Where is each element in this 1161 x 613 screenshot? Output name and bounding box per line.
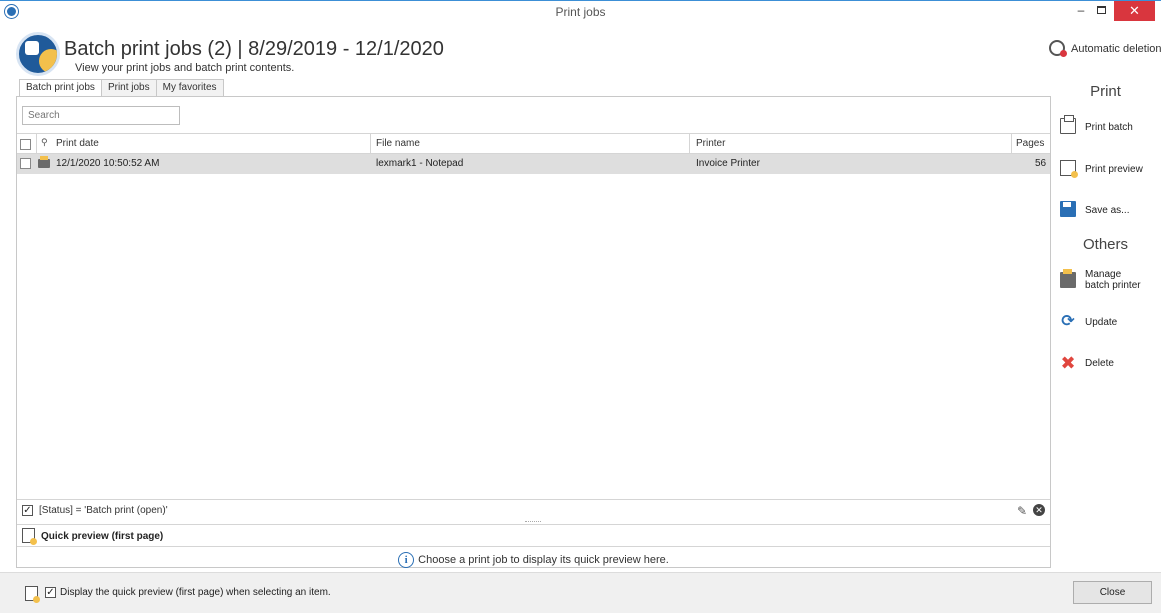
grid-header: ⚲ Print date File name Printer Pages <box>17 133 1050 154</box>
table-row[interactable]: 12/1/2020 10:50:52 AM lexmark1 - Notepad… <box>17 154 1050 174</box>
delete-icon: ✖ <box>1060 353 1076 373</box>
tab-print-jobs[interactable]: Print jobs <box>100 79 157 97</box>
manage-printer-icon <box>1060 269 1076 288</box>
save-as-button[interactable]: Save as... <box>1050 195 1161 225</box>
row-checkbox[interactable] <box>20 158 31 169</box>
others-section-heading: Others <box>1082 236 1128 253</box>
quick-preview-icon <box>25 586 40 603</box>
print-preview-icon <box>1060 160 1078 178</box>
main-content: Batch print jobs Print jobs My favorites… <box>13 76 1051 568</box>
cell-pages: 56 <box>1035 158 1047 169</box>
page-subtitle: View your print jobs and batch print con… <box>75 62 295 74</box>
clear-filter-icon[interactable]: ✕ <box>1033 504 1045 516</box>
quick-preview-checkbox-label[interactable]: Display the quick preview (first page) w… <box>60 587 331 598</box>
quick-preview-title: Quick preview (first page) <box>41 531 164 542</box>
maximize-button[interactable] <box>1092 3 1110 19</box>
quick-preview-message-text: Choose a print job to display its quick … <box>418 553 669 566</box>
print-preview-button[interactable]: Print preview <box>1050 154 1161 184</box>
search-input[interactable] <box>22 106 180 125</box>
refresh-icon: ⟳ <box>1061 313 1075 330</box>
tab-my-favorites[interactable]: My favorites <box>155 79 224 97</box>
quick-preview-header: Quick preview (first page) <box>17 524 1050 547</box>
minimize-button[interactable]: – <box>1072 3 1090 19</box>
update-label: Update <box>1085 317 1118 328</box>
page-title: Batch print jobs (2) | 8/29/2019 - 12/1/… <box>64 38 444 60</box>
cell-file-name: lexmark1 - Notepad <box>376 158 464 169</box>
printer-icon <box>38 156 50 168</box>
window-close-button[interactable]: ✕ <box>1114 1 1155 21</box>
print-batch-button[interactable]: Print batch <box>1050 112 1161 142</box>
print-section-heading: Print <box>1090 83 1121 100</box>
quick-preview-checkbox[interactable]: ✓ <box>45 587 56 598</box>
column-header-printer[interactable]: Printer <box>696 138 725 149</box>
print-jobs-grid: ⚲ Print date File name Printer Pages 12/… <box>17 133 1050 174</box>
quick-preview-icon <box>22 528 37 545</box>
edit-filter-icon[interactable]: ✎ <box>1017 504 1027 518</box>
cell-print-date: 12/1/2020 10:50:52 AM <box>56 158 160 169</box>
cell-printer: Invoice Printer <box>696 158 760 169</box>
print-preview-label: Print preview <box>1085 164 1143 175</box>
info-icon: i <box>398 552 415 568</box>
tab-panel: ⚲ Print date File name Printer Pages 12/… <box>16 96 1051 568</box>
window-titlebar: Print jobs – ✕ <box>0 0 1161 22</box>
page-header: Batch print jobs (2) | 8/29/2019 - 12/1/… <box>0 22 1161 76</box>
automatic-deletion-icon[interactable] <box>1049 40 1067 57</box>
update-button[interactable]: ⟳ Update <box>1050 308 1161 338</box>
pin-column-icon[interactable]: ⚲ <box>41 137 48 148</box>
splitter-handle[interactable] <box>525 521 541 523</box>
batch-print-logo-icon <box>16 32 60 76</box>
filter-expression[interactable]: [Status] = 'Batch print (open)' <box>39 505 168 516</box>
select-all-checkbox[interactable] <box>20 139 31 150</box>
action-sidebar: Print Print batch Print preview Save as.… <box>1050 76 1161 568</box>
filter-enabled-checkbox[interactable]: ✓ <box>22 505 33 516</box>
delete-label: Delete <box>1085 358 1114 369</box>
printer-icon <box>1060 115 1076 134</box>
automatic-deletion-link[interactable]: Automatic deletion <box>1071 43 1161 55</box>
footer-bar: ✓ Display the quick preview (first page)… <box>0 572 1161 613</box>
filter-bar: ✓ [Status] = 'Batch print (open)' ✎ ✕ <box>17 499 1050 521</box>
window-title: Print jobs <box>555 5 606 19</box>
save-as-label: Save as... <box>1085 205 1130 216</box>
print-batch-label: Print batch <box>1085 122 1133 133</box>
column-header-file-name[interactable]: File name <box>376 138 420 149</box>
manage-batch-printer-button[interactable]: Manage batch printer <box>1050 266 1161 296</box>
maximize-icon <box>1096 6 1106 14</box>
quick-preview-message: i Choose a print job to display its quick… <box>17 552 1050 568</box>
column-header-pages[interactable]: Pages <box>1016 138 1044 149</box>
close-button[interactable]: Close <box>1073 581 1152 604</box>
column-header-print-date[interactable]: Print date <box>56 138 99 149</box>
tab-strip: Batch print jobs Print jobs My favorites <box>19 79 224 98</box>
save-icon <box>1060 201 1076 217</box>
manage-batch-printer-label: Manage batch printer <box>1085 269 1141 291</box>
delete-button[interactable]: ✖ Delete <box>1050 349 1161 379</box>
